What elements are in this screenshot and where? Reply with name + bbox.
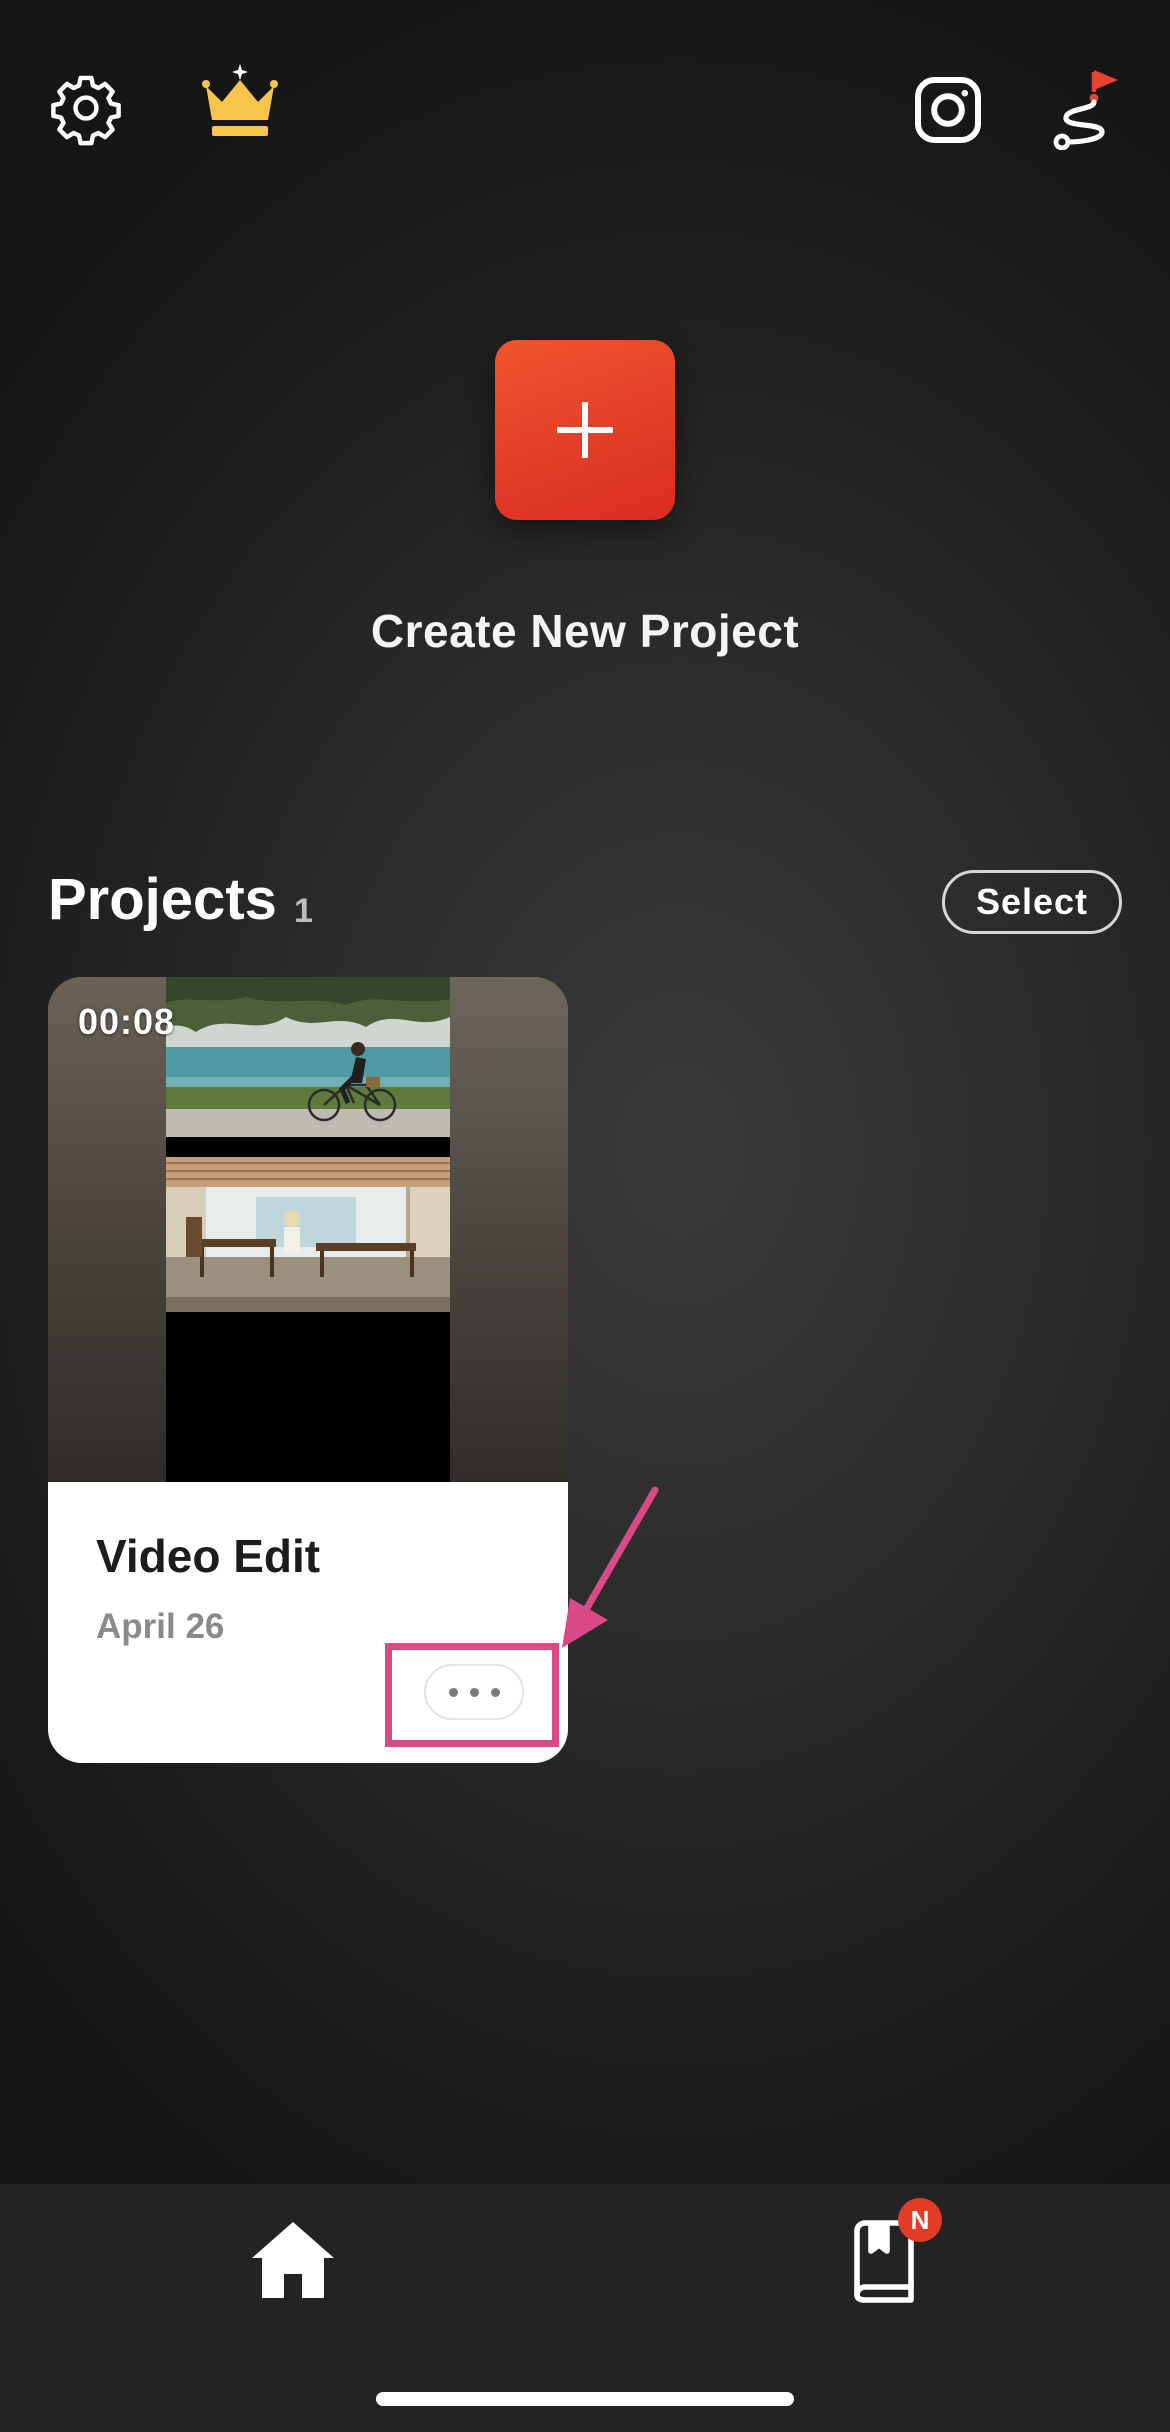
tutorial-path-icon (1053, 70, 1118, 150)
video-frame (166, 977, 450, 1482)
highlight-box (385, 1643, 559, 1747)
home-indicator (376, 2392, 794, 2406)
create-project-button[interactable] (495, 340, 675, 520)
tab-home[interactable] (246, 2214, 340, 2304)
plus-icon (557, 402, 613, 458)
instagram-button[interactable] (908, 70, 988, 150)
thumbnail-blur-left (48, 977, 166, 1482)
video-frame-image (166, 977, 450, 1312)
instagram-icon (915, 77, 981, 143)
create-project-label[interactable]: Create New Project (0, 604, 1170, 658)
new-badge: N (898, 2198, 942, 2242)
video-duration: 00:08 (78, 1001, 176, 1042)
project-date: April 26 (96, 1607, 225, 1646)
project-thumbnail: 00:08 (48, 977, 568, 1482)
home-screen: Create New Project Projects 1 Select 00:… (0, 0, 1170, 2432)
thumbnail-blur-right (450, 977, 568, 1482)
projects-heading: Projects (48, 867, 277, 932)
tutorial-button[interactable] (1048, 62, 1128, 152)
crown-icon (202, 64, 278, 136)
premium-button[interactable] (196, 60, 284, 144)
select-button[interactable]: Select (942, 870, 1122, 934)
settings-button[interactable] (44, 66, 128, 150)
annotation-arrow-icon (562, 1486, 659, 1648)
home-icon (252, 2222, 334, 2298)
gear-icon (51, 75, 121, 146)
project-title: Video Edit (96, 1530, 321, 1582)
projects-count: 1 (294, 892, 313, 930)
